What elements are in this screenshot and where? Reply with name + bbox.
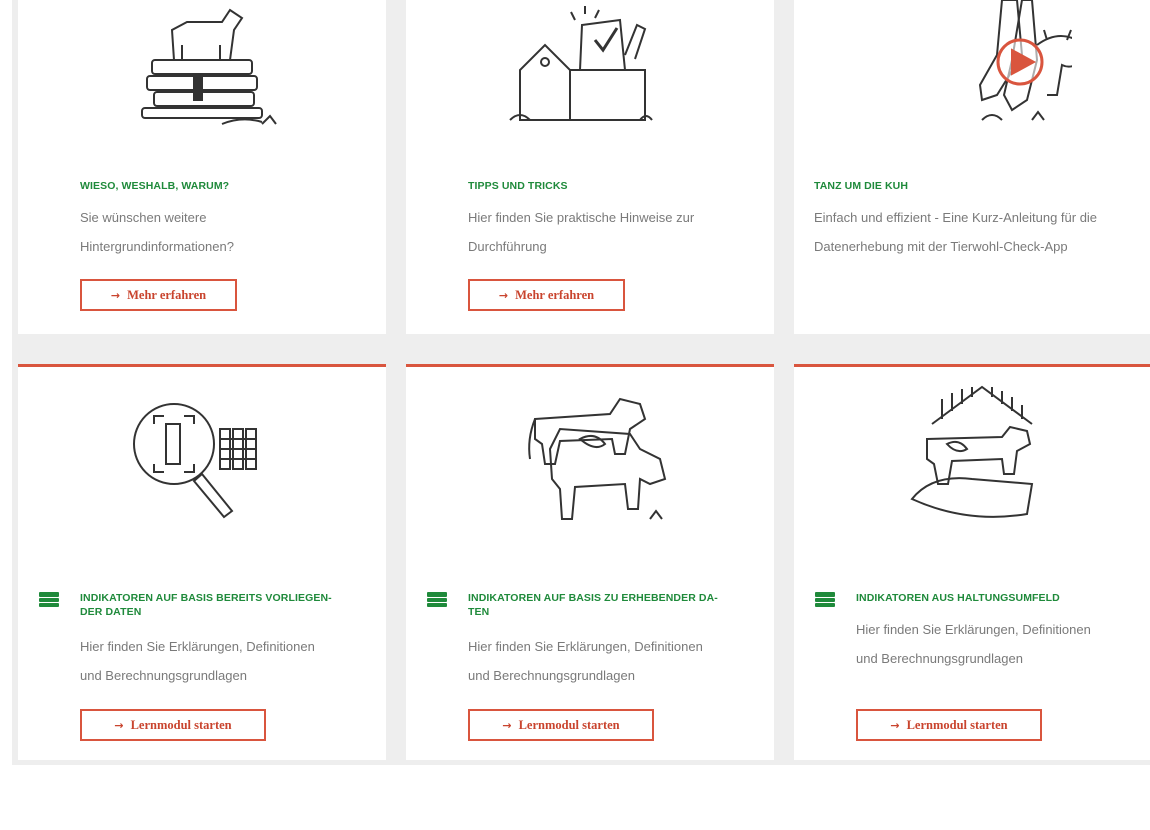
card-tanz: TANZ UM DIE KUH Einfach und effizient - … [794,0,1150,334]
card-indikatoren-vorliegend: INDIKATOREN AUF BASIS BEREITS VORLIEGEN-… [18,364,386,760]
card-description-line: Hintergrundinformationen? [80,239,234,254]
arrow-right-icon: → [502,718,512,732]
start-module-button[interactable]: → Lernmodul starten [856,709,1042,741]
card-title: WIESO, WESHALB, WARUM? [80,180,230,192]
card-title: INDIKATOREN AUF BASIS ZU ERHEBENDER DA- … [468,591,718,619]
more-info-button[interactable]: → Mehr erfahren [468,279,625,311]
card-title-line: INDIKATOREN AUF BASIS ZU ERHEBENDER DA- [468,592,718,604]
button-label: Mehr erfahren [515,287,595,302]
card-indikatoren-haltung: INDIKATOREN AUS HALTUNGSUMFELD Hier find… [794,364,1150,760]
card-description-line: Hier finden Sie Erklärungen, Definitione… [468,639,703,654]
button-label: Lernmodul starten [130,717,232,732]
card-tipps: TIPPS UND TRICKS Hier finden Sie praktis… [406,0,774,334]
card-description: Hier finden Sie Erklärungen, Definitione… [856,615,1091,673]
toolbox-icon [406,0,774,165]
card-description-line: und Berechnungsgrundlagen [856,651,1023,666]
arrow-right-icon: → [498,288,509,302]
boots-cow-video-icon [794,0,1150,165]
arrow-right-icon: → [110,288,121,302]
card-title: INDIKATOREN AUS HALTUNGSUMFELD [856,591,1060,605]
card-indikatoren-erhebend: INDIKATOREN AUF BASIS ZU ERHEBENDER DA- … [406,364,774,760]
two-cows-icon [406,379,774,544]
card-description-line: Einfach und effizient - Eine Kurz-Anleit… [814,210,1098,225]
card-description: Sie wünschen weitere Hintergrundinformat… [80,203,234,261]
button-label: Mehr erfahren [127,287,207,302]
card-description-line: Datenerhebung mit der Tierwohl-Check-App [814,239,1068,254]
button-label: Lernmodul starten [906,717,1008,732]
card-description: Einfach und effizient - Eine Kurz-Anleit… [814,203,1097,261]
card-title: TANZ UM DIE KUH [814,180,909,192]
card-wieso: WIESO, WESHALB, WARUM? Sie wünschen weit… [18,0,386,334]
card-title-line: INDIKATOREN AUF BASIS BEREITS VORLIEGEN- [80,592,332,604]
magnifier-barcode-icon [18,379,386,544]
start-module-button[interactable]: → Lernmodul starten [80,709,266,741]
book-stack-icon [814,590,836,608]
arrow-right-icon: → [114,718,124,732]
card-title-line: INDIKATOREN AUS HALTUNGSUMFELD [856,592,1060,604]
more-info-button[interactable]: → Mehr erfahren [80,279,237,311]
card-description: Hier finden Sie Erklärungen, Definitione… [80,632,315,690]
card-description-line: Sie wünschen weitere [80,210,207,225]
card-description: Hier finden Sie Erklärungen, Definitione… [468,632,703,690]
book-stack-icon [38,590,60,608]
card-description-line: Hier finden Sie Erklärungen, Definitione… [856,622,1091,637]
card-description-line: Hier finden Sie Erklärungen, Definitione… [80,639,315,654]
card-title-line: TEN [468,606,490,618]
card-description-line: Hier finden Sie praktische Hinweise zur [468,210,695,225]
card-description-line: Durchführung [468,239,547,254]
card-description-line: und Berechnungsgrundlagen [80,668,247,683]
card-title: INDIKATOREN AUF BASIS BEREITS VORLIEGEN-… [80,591,332,619]
card-title: TIPPS UND TRICKS [468,180,568,192]
start-module-button[interactable]: → Lernmodul starten [468,709,654,741]
card-description: Hier finden Sie praktische Hinweise zur … [468,203,694,261]
cow-barn-hand-icon [794,379,1150,544]
arrow-right-icon: → [890,718,900,732]
card-description-line: und Berechnungsgrundlagen [468,668,635,683]
book-stack-icon [426,590,448,608]
button-label: Lernmodul starten [518,717,620,732]
cow-on-books-icon [18,0,386,165]
card-title-line: DER DATEN [80,606,142,618]
